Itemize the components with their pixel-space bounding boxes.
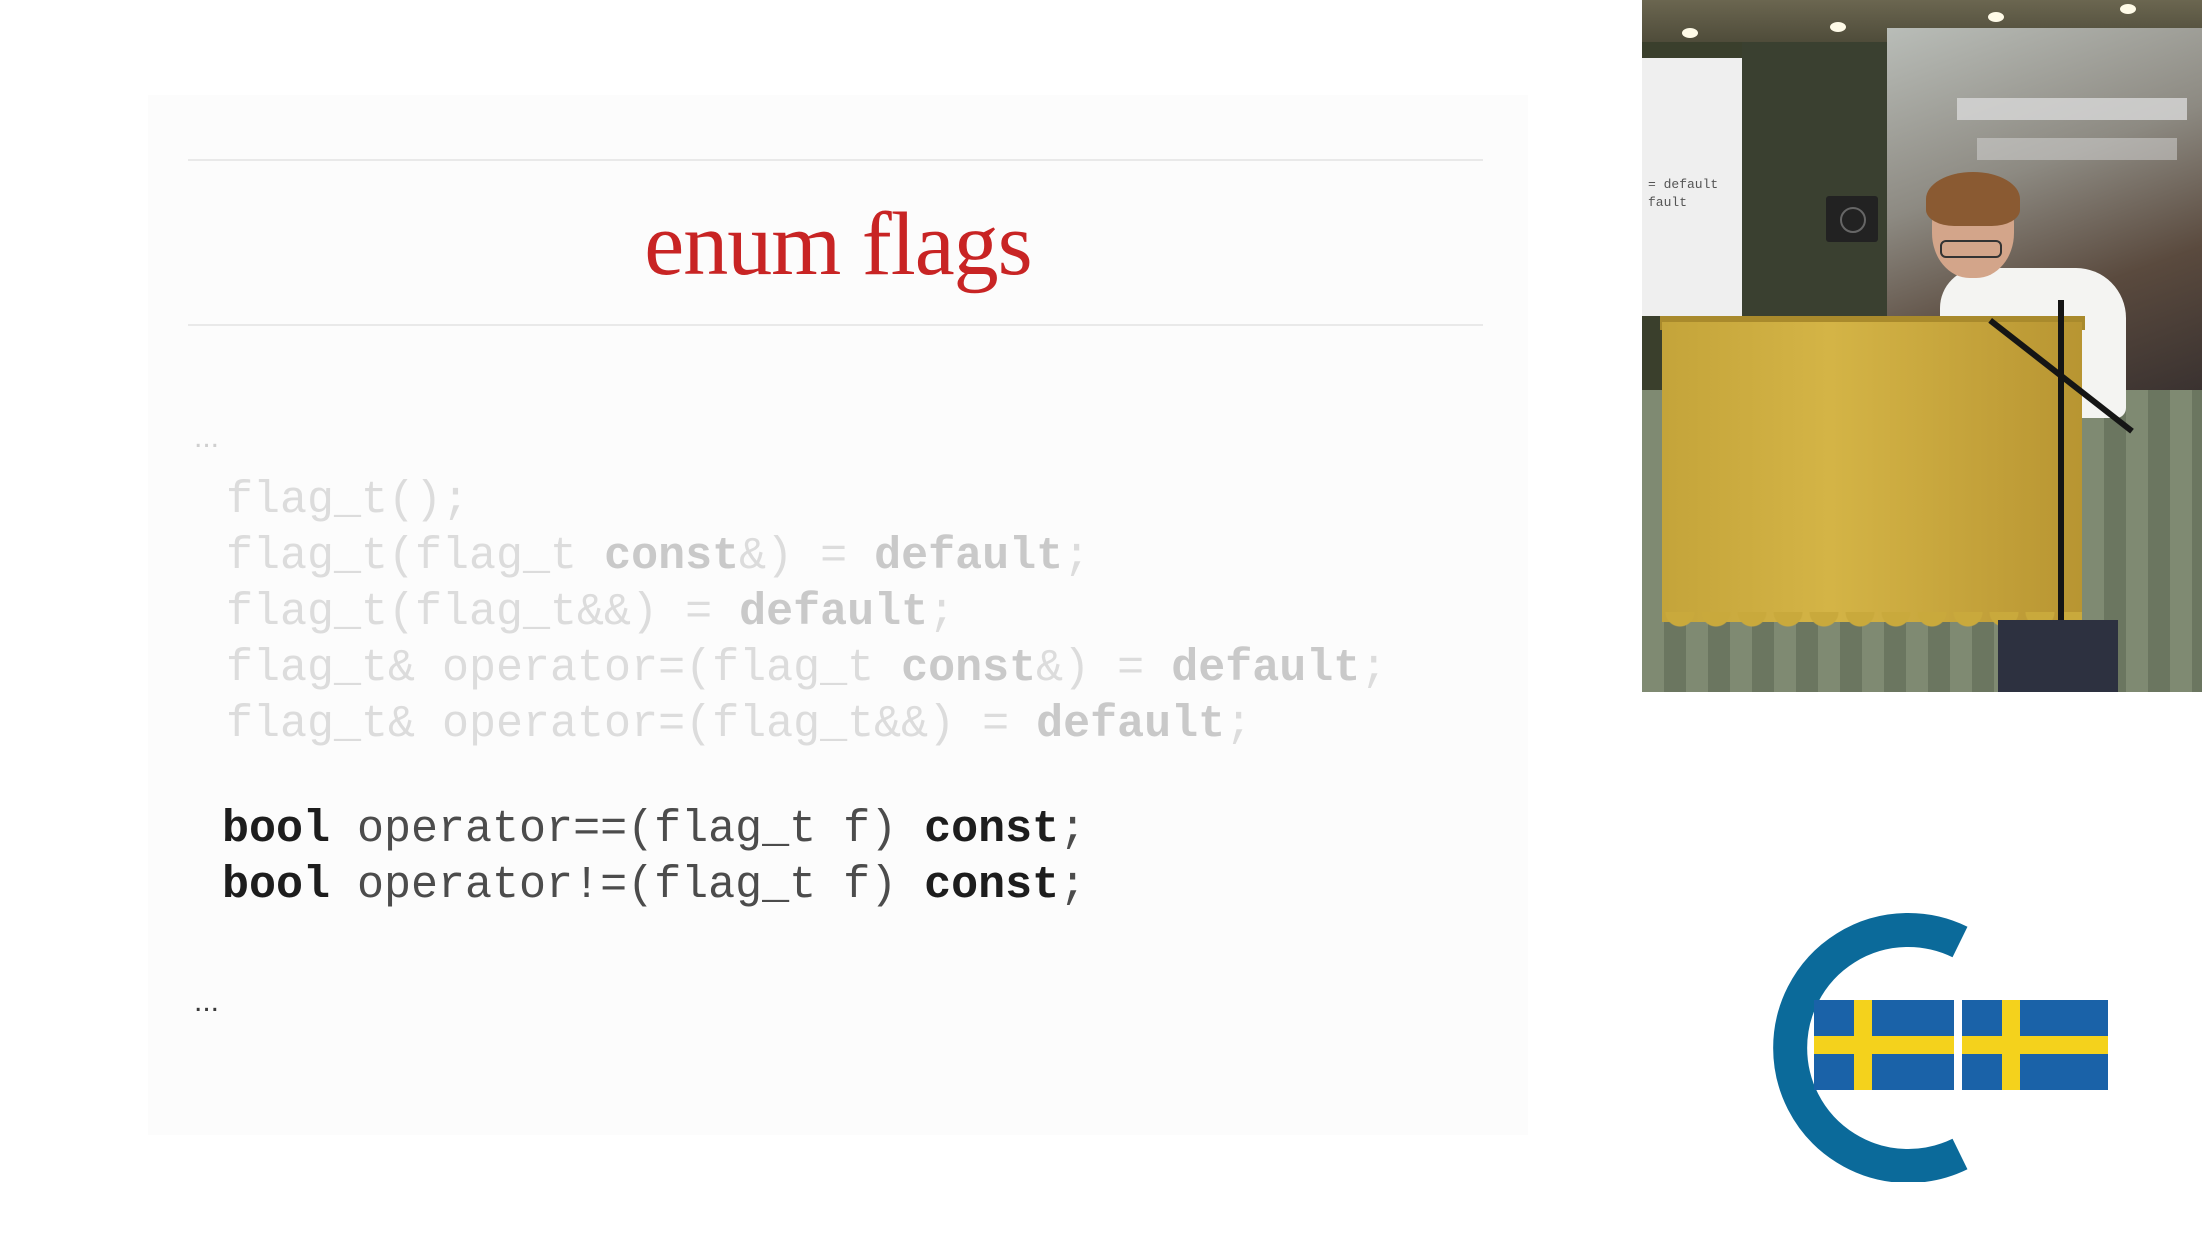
speaker-video-inset: = default fault [1642, 0, 2202, 692]
presentation-slide: enum flags ... flag_t(); flag_t(flag_t c… [148, 95, 1528, 1135]
code-line-dim: flag_t& operator=(flag_t const&) = defau… [226, 643, 1388, 694]
ceiling-light [1682, 28, 1698, 38]
title-rule-top [188, 159, 1483, 161]
ceiling-light [2120, 4, 2136, 14]
ellipsis-top: ... [194, 421, 220, 454]
code-line-dim: flag_t(flag_t const&) = default; [226, 531, 1091, 582]
code-line-dim: flag_t& operator=(flag_t&&) = default; [226, 699, 1253, 750]
slide-title: enum flags [644, 195, 1032, 294]
title-rule-bottom [188, 324, 1483, 326]
speaker-glasses [1940, 240, 2002, 258]
code-line-dim: flag_t(flag_t&&) = default; [226, 587, 956, 638]
code-line-highlighted: bool operator==(flag_t f) const; [222, 804, 1087, 855]
room-detail [1977, 138, 2177, 160]
room-detail [1957, 98, 2187, 120]
podium [1662, 322, 2082, 622]
code-line-dim: flag_t(); [226, 475, 470, 526]
code-line-highlighted: bool operator!=(flag_t f) const; [222, 860, 1087, 911]
speaker-legs [1998, 620, 2118, 692]
swedish-flag-left [1814, 1000, 1954, 1090]
conference-logo [1773, 913, 2108, 1182]
swedish-flag-right [1962, 1000, 2108, 1090]
loudspeaker [1826, 196, 1878, 242]
ceiling-light [1988, 12, 2004, 22]
projection-screen-text: = default fault [1648, 177, 1719, 210]
ellipsis-bottom: ... [194, 985, 220, 1018]
speaker-hair [1926, 172, 2020, 226]
speaker-cone [1840, 207, 1866, 233]
ceiling-light [1830, 22, 1846, 32]
